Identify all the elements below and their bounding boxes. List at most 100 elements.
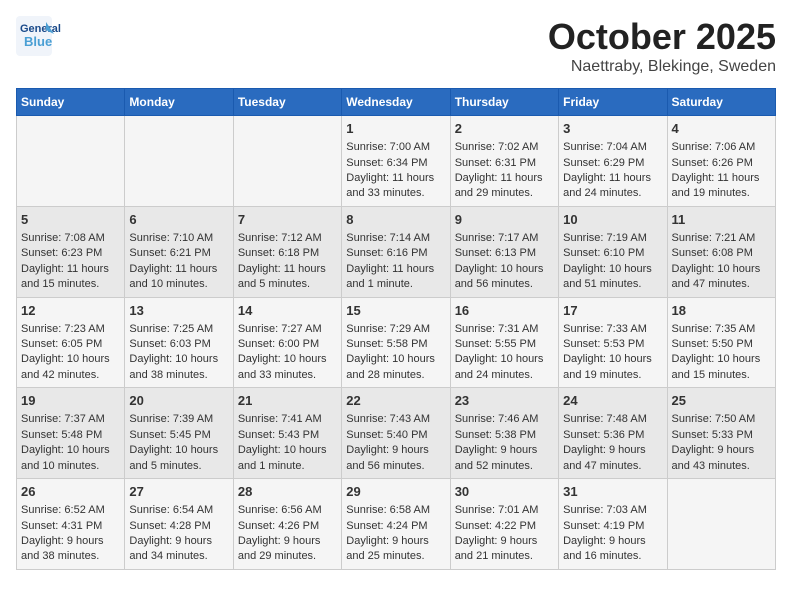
day-info-line: Daylight: 11 hours (455, 171, 554, 186)
day-info-line: Sunrise: 7:21 AM (672, 231, 771, 246)
day-number: 28 (238, 483, 337, 501)
calendar-cell: 25Sunrise: 7:50 AMSunset: 5:33 PMDayligh… (667, 388, 775, 479)
page-header: General Blue October 2025 Naettraby, Ble… (16, 16, 776, 76)
calendar-cell: 4Sunrise: 7:06 AMSunset: 6:26 PMDaylight… (667, 116, 775, 207)
day-info-line: Sunset: 6:00 PM (238, 337, 337, 352)
day-info-line: Daylight: 10 hours (672, 262, 771, 277)
calendar-cell: 19Sunrise: 7:37 AMSunset: 5:48 PMDayligh… (17, 388, 125, 479)
day-info-line: Sunrise: 6:58 AM (346, 503, 445, 518)
logo-svg: General Blue (16, 16, 106, 56)
day-info-line: and 16 minutes. (563, 549, 662, 564)
day-info-line: Sunset: 5:55 PM (455, 337, 554, 352)
calendar-cell: 31Sunrise: 7:03 AMSunset: 4:19 PMDayligh… (559, 479, 667, 570)
calendar-cell: 16Sunrise: 7:31 AMSunset: 5:55 PMDayligh… (450, 297, 558, 388)
day-info-line: Sunset: 5:48 PM (21, 428, 120, 443)
day-info-line: and 56 minutes. (455, 277, 554, 292)
day-number: 5 (21, 211, 120, 229)
day-info-line: Sunset: 5:40 PM (346, 428, 445, 443)
day-info-line: Sunset: 6:16 PM (346, 246, 445, 261)
day-info-line: Sunset: 4:28 PM (129, 519, 228, 534)
day-number: 4 (672, 120, 771, 138)
day-info-line: Sunrise: 7:04 AM (563, 140, 662, 155)
day-info-line: and 19 minutes. (563, 368, 662, 383)
day-info-line: Daylight: 10 hours (238, 352, 337, 367)
day-number: 3 (563, 120, 662, 138)
calendar-cell: 15Sunrise: 7:29 AMSunset: 5:58 PMDayligh… (342, 297, 450, 388)
day-info-line: Sunset: 6:34 PM (346, 156, 445, 171)
day-info-line: and 21 minutes. (455, 549, 554, 564)
day-info-line: Daylight: 11 hours (346, 171, 445, 186)
day-info-line: Daylight: 11 hours (21, 262, 120, 277)
day-info-line: Sunrise: 7:37 AM (21, 412, 120, 427)
day-info-line: Sunrise: 7:01 AM (455, 503, 554, 518)
calendar-table: SundayMondayTuesdayWednesdayThursdayFrid… (16, 88, 776, 570)
day-info-line: and 33 minutes. (346, 186, 445, 201)
day-info-line: Daylight: 10 hours (129, 443, 228, 458)
svg-text:Blue: Blue (24, 34, 52, 49)
day-info-line: Sunrise: 7:17 AM (455, 231, 554, 246)
day-info-line: Sunset: 6:08 PM (672, 246, 771, 261)
day-number: 1 (346, 120, 445, 138)
day-number: 27 (129, 483, 228, 501)
calendar-cell: 20Sunrise: 7:39 AMSunset: 5:45 PMDayligh… (125, 388, 233, 479)
day-info-line: and 47 minutes. (672, 277, 771, 292)
calendar-week-row: 1Sunrise: 7:00 AMSunset: 6:34 PMDaylight… (17, 116, 776, 207)
day-info-line: and 5 minutes. (238, 277, 337, 292)
calendar-week-row: 26Sunrise: 6:52 AMSunset: 4:31 PMDayligh… (17, 479, 776, 570)
month-title: October 2025 (548, 16, 776, 58)
calendar-cell: 26Sunrise: 6:52 AMSunset: 4:31 PMDayligh… (17, 479, 125, 570)
day-info-line: and 10 minutes. (21, 459, 120, 474)
day-info-line: Sunset: 4:24 PM (346, 519, 445, 534)
day-info-line: Daylight: 9 hours (129, 534, 228, 549)
day-info-line: Sunrise: 7:08 AM (21, 231, 120, 246)
day-info-line: Sunset: 6:13 PM (455, 246, 554, 261)
calendar-week-row: 12Sunrise: 7:23 AMSunset: 6:05 PMDayligh… (17, 297, 776, 388)
day-info-line: Sunset: 5:33 PM (672, 428, 771, 443)
day-info-line: Sunset: 6:05 PM (21, 337, 120, 352)
calendar-cell (667, 479, 775, 570)
day-info-line: Daylight: 9 hours (563, 443, 662, 458)
day-number: 16 (455, 302, 554, 320)
calendar-cell: 17Sunrise: 7:33 AMSunset: 5:53 PMDayligh… (559, 297, 667, 388)
day-info-line: Sunset: 6:26 PM (672, 156, 771, 171)
day-info-line: Sunrise: 7:50 AM (672, 412, 771, 427)
calendar-week-row: 5Sunrise: 7:08 AMSunset: 6:23 PMDaylight… (17, 206, 776, 297)
day-info-line: Sunrise: 7:23 AM (21, 322, 120, 337)
calendar-cell: 11Sunrise: 7:21 AMSunset: 6:08 PMDayligh… (667, 206, 775, 297)
day-info-line: Sunrise: 7:43 AM (346, 412, 445, 427)
day-number: 24 (563, 392, 662, 410)
calendar-cell: 1Sunrise: 7:00 AMSunset: 6:34 PMDaylight… (342, 116, 450, 207)
day-info-line: Daylight: 9 hours (238, 534, 337, 549)
day-info-line: Sunrise: 7:35 AM (672, 322, 771, 337)
day-info-line: Sunrise: 7:02 AM (455, 140, 554, 155)
day-info-line: and 25 minutes. (346, 549, 445, 564)
day-info-line: and 19 minutes. (672, 186, 771, 201)
day-number: 2 (455, 120, 554, 138)
day-info-line: Daylight: 10 hours (21, 443, 120, 458)
calendar-cell: 22Sunrise: 7:43 AMSunset: 5:40 PMDayligh… (342, 388, 450, 479)
calendar-cell: 28Sunrise: 6:56 AMSunset: 4:26 PMDayligh… (233, 479, 341, 570)
title-block: October 2025 Naettraby, Blekinge, Sweden (548, 16, 776, 76)
day-info-line: Sunset: 6:03 PM (129, 337, 228, 352)
calendar-cell: 8Sunrise: 7:14 AMSunset: 6:16 PMDaylight… (342, 206, 450, 297)
day-number: 18 (672, 302, 771, 320)
calendar-cell: 6Sunrise: 7:10 AMSunset: 6:21 PMDaylight… (125, 206, 233, 297)
calendar-cell: 9Sunrise: 7:17 AMSunset: 6:13 PMDaylight… (450, 206, 558, 297)
calendar-cell: 10Sunrise: 7:19 AMSunset: 6:10 PMDayligh… (559, 206, 667, 297)
calendar-cell: 30Sunrise: 7:01 AMSunset: 4:22 PMDayligh… (450, 479, 558, 570)
day-info-line: Sunset: 5:45 PM (129, 428, 228, 443)
day-info-line: and 29 minutes. (455, 186, 554, 201)
day-info-line: Sunset: 6:23 PM (21, 246, 120, 261)
day-info-line: and 38 minutes. (21, 549, 120, 564)
day-info-line: Sunrise: 7:12 AM (238, 231, 337, 246)
day-info-line: Daylight: 10 hours (563, 262, 662, 277)
weekday-header-saturday: Saturday (667, 89, 775, 116)
day-info-line: and 43 minutes. (672, 459, 771, 474)
day-info-line: Sunrise: 6:56 AM (238, 503, 337, 518)
day-info-line: Sunrise: 7:10 AM (129, 231, 228, 246)
day-info-line: Sunset: 4:19 PM (563, 519, 662, 534)
day-number: 15 (346, 302, 445, 320)
day-info-line: Sunrise: 7:03 AM (563, 503, 662, 518)
day-info-line: and 28 minutes. (346, 368, 445, 383)
day-info-line: Sunset: 4:31 PM (21, 519, 120, 534)
